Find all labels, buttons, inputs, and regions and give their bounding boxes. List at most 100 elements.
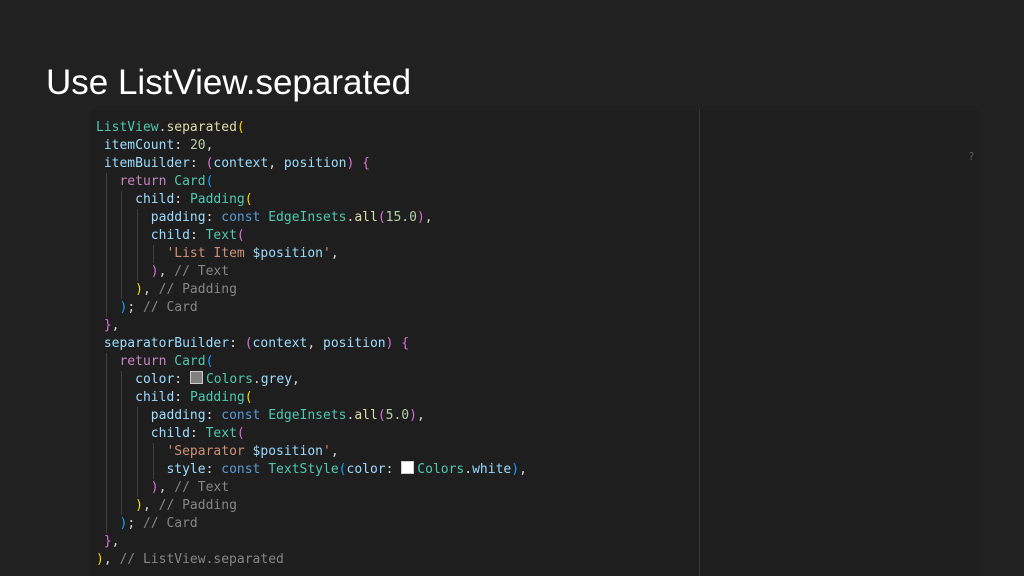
code-token: Colors	[205, 372, 253, 387]
code-token: ,	[205, 138, 214, 153]
code-line[interactable]: ListView.separated(	[96, 119, 527, 137]
code-token: const	[221, 408, 261, 423]
code-line[interactable]: padding: const EdgeInsets.all(5.0),	[96, 407, 527, 425]
indent-guide	[137, 425, 139, 443]
color-swatch[interactable]	[189, 371, 203, 384]
code-line[interactable]: 'Separator $position',	[96, 443, 527, 461]
code-token: :	[174, 390, 190, 405]
code-token: Text	[205, 228, 237, 243]
code-line[interactable]: return Card(	[96, 353, 527, 371]
code-token: style	[166, 462, 206, 477]
code-token: padding	[150, 210, 206, 225]
code-token: ,	[111, 318, 120, 333]
code-token: '	[323, 444, 331, 459]
code-line[interactable]: ), // Text	[96, 479, 527, 497]
indent-guide	[121, 425, 123, 443]
code-line[interactable]: },	[96, 533, 527, 551]
code-line[interactable]: },	[96, 317, 527, 335]
code-token: white	[472, 462, 512, 477]
code-token: (	[244, 336, 253, 351]
code-token: color	[135, 372, 175, 387]
color-swatch[interactable]	[401, 461, 415, 474]
code-line[interactable]: child: Text(	[96, 425, 527, 443]
code-token: $position	[252, 444, 323, 459]
code-token: separatorBuilder	[103, 336, 230, 351]
code-token: TextStyle	[268, 462, 339, 477]
code-line[interactable]: child: Text(	[96, 227, 527, 245]
code-token: ,	[142, 498, 159, 513]
code-block[interactable]: ListView.separated( itemCount: 20, itemB…	[96, 119, 527, 569]
code-line[interactable]: color: Colors.grey,	[96, 371, 527, 389]
code-line[interactable]: child: Padding(	[96, 389, 527, 407]
code-token: return	[119, 354, 167, 369]
code-line[interactable]: ); // Card	[96, 515, 527, 533]
code-token: ,	[268, 156, 284, 171]
indent-guide	[121, 245, 123, 263]
code-token: {	[362, 156, 370, 171]
code-token: Text	[205, 426, 237, 441]
code-line[interactable]: ), // Padding	[96, 281, 527, 299]
indent-guide	[121, 263, 123, 281]
code-line[interactable]: itemCount: 20,	[96, 137, 527, 155]
indent-guide	[105, 461, 107, 479]
code-line[interactable]: itemBuilder: (context, position) {	[96, 155, 527, 173]
indent-guide	[105, 191, 107, 209]
indent-guide	[137, 227, 139, 245]
code-token: }	[103, 318, 112, 333]
code-token: // Text	[174, 480, 230, 495]
code-line[interactable]: separatorBuilder: (context, position) {	[96, 335, 527, 353]
indent-guide	[105, 263, 107, 281]
slide-title: Use ListView.separated	[46, 63, 412, 102]
indent-guide	[121, 407, 123, 425]
indent-guide	[152, 443, 154, 461]
code-token: 'List Item	[166, 246, 253, 261]
code-line[interactable]: ), // Text	[96, 263, 527, 281]
code-line[interactable]: style: const TextStyle(color: Colors.whi…	[96, 461, 527, 479]
code-token: (	[205, 354, 214, 369]
code-line[interactable]: ), // ListView.separated	[96, 551, 527, 569]
code-token: child	[150, 228, 190, 243]
code-line[interactable]: return Card(	[96, 173, 527, 191]
code-token: (	[236, 120, 245, 135]
code-line[interactable]: child: Padding(	[96, 191, 527, 209]
code-token: context	[213, 156, 269, 171]
code-token: :	[189, 156, 206, 171]
code-token: EdgeInsets	[268, 408, 347, 423]
code-token: padding	[150, 408, 206, 423]
code-token: // Padding	[158, 282, 237, 297]
code-line[interactable]: ); // Card	[96, 299, 527, 317]
code-token: // Padding	[158, 498, 237, 513]
editor-split-divider[interactable]	[699, 110, 700, 576]
code-token: :	[189, 426, 206, 441]
indent-guide	[121, 227, 123, 245]
code-line[interactable]: padding: const EdgeInsets.all(15.0),	[96, 209, 527, 227]
indent-guide	[105, 353, 107, 371]
code-editor[interactable]: ? ListView.separated( itemCount: 20, ite…	[90, 110, 978, 576]
code-token: 20	[189, 138, 206, 153]
code-token: :	[174, 138, 190, 153]
code-token: (	[236, 426, 245, 441]
code-token: ,	[330, 444, 339, 459]
code-line[interactable]: ), // Padding	[96, 497, 527, 515]
code-token: position	[283, 156, 347, 171]
indent-guide	[137, 407, 139, 425]
code-token: (	[377, 408, 386, 423]
code-token: )	[511, 462, 520, 477]
code-token: .	[464, 462, 473, 477]
code-token: // Card	[142, 516, 198, 531]
code-token: ,	[424, 210, 433, 225]
indent-guide	[137, 263, 139, 281]
code-token: ;	[127, 516, 143, 531]
code-line[interactable]: 'List Item $position',	[96, 245, 527, 263]
code-token: ,	[307, 336, 323, 351]
